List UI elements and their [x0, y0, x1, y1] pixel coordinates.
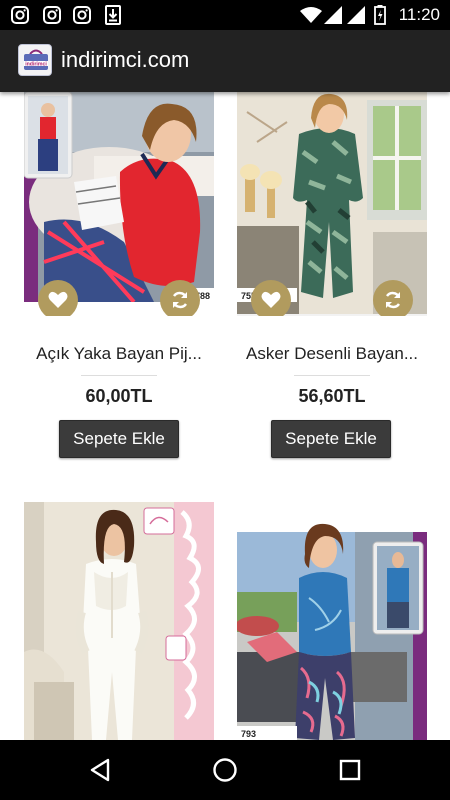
instagram-icon	[11, 6, 29, 24]
navigation-bar	[0, 740, 450, 800]
product-card[interactable]: 755 Asker Desenli Bayan... 56,60TL Sepet…	[237, 92, 427, 472]
divider	[81, 375, 157, 376]
wifi-icon	[300, 7, 322, 23]
shopping-bag-logo-icon: indirimci	[19, 45, 51, 75]
signal-icon	[347, 6, 365, 24]
recents-icon	[339, 759, 361, 781]
product-image[interactable]	[24, 502, 214, 740]
app-title: indirimci.com	[61, 47, 190, 72]
product-card[interactable]: 793	[237, 502, 427, 740]
product-price: 60,00TL	[85, 386, 153, 406]
svg-text:793: 793	[241, 729, 256, 739]
app-bar: indirimci indirimci.com	[0, 30, 450, 92]
battery-icon	[374, 5, 386, 25]
favorite-button[interactable]	[251, 280, 291, 316]
product-image[interactable]: 755	[237, 92, 427, 316]
product-photo: 793	[237, 502, 427, 740]
refresh-icon	[172, 291, 188, 309]
svg-text:indirimci: indirimci	[25, 62, 47, 68]
product-card[interactable]	[24, 502, 214, 740]
instagram-icon	[73, 6, 91, 24]
add-to-cart-button[interactable]: Sepete Ekle	[59, 420, 179, 458]
favorite-button[interactable]	[38, 280, 78, 316]
heart-icon	[48, 291, 68, 308]
product-price: 56,60TL	[298, 386, 366, 406]
recents-button[interactable]	[334, 754, 366, 786]
product-grid[interactable]: 788 Açık Yaka Bayan Pij... 60,00TL Sepet…	[0, 92, 450, 740]
back-icon	[90, 758, 110, 782]
home-button[interactable]	[209, 754, 241, 786]
product-name[interactable]: Açık Yaka Bayan Pij...	[24, 344, 214, 364]
back-button[interactable]	[84, 754, 116, 786]
heart-icon	[261, 291, 281, 308]
home-icon	[213, 758, 237, 782]
product-image[interactable]: 788	[24, 92, 214, 316]
product-name[interactable]: Asker Desenli Bayan...	[237, 344, 427, 364]
product-photo	[24, 502, 214, 740]
add-to-cart-button[interactable]: Sepete Ekle	[271, 420, 391, 458]
refresh-icon	[385, 291, 401, 309]
status-bar: 11:20	[0, 0, 450, 30]
compare-button[interactable]	[373, 280, 413, 316]
app-logo: indirimci	[18, 44, 52, 76]
compare-button[interactable]	[160, 280, 200, 316]
product-image[interactable]: 793	[237, 502, 427, 740]
download-icon	[105, 5, 121, 25]
signal-icon	[324, 6, 342, 24]
product-card[interactable]: 788 Açık Yaka Bayan Pij... 60,00TL Sepet…	[24, 92, 214, 472]
clock: 11:20	[398, 5, 440, 24]
instagram-icon	[43, 6, 61, 24]
divider	[294, 375, 370, 376]
